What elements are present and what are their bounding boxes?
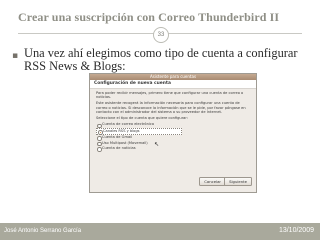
cancel-button[interactable]: Cancelar: [199, 177, 226, 186]
radio-icon[interactable]: [97, 147, 102, 152]
option-news-account[interactable]: Cuenta de noticias: [96, 146, 252, 152]
bullet-icon: ▪: [12, 51, 19, 61]
dialog-body: Para poder recibir mensajes, primero tie…: [90, 89, 256, 152]
mouse-pointer-icon: ↖: [154, 141, 160, 148]
option-rss-blogs[interactable]: Canales RSS y blogs: [96, 127, 182, 136]
dialog-header: Configuración de nueva cuenta: [90, 80, 256, 89]
radio-icon[interactable]: [98, 130, 103, 135]
slide-title: Crear una suscripción con Correo Thunder…: [18, 10, 280, 24]
dialog-paragraph: Este asistente recogerá la información n…: [96, 101, 246, 115]
account-type-options: Cuenta de correo electrónico Canales RSS…: [96, 122, 252, 152]
dialog-paragraph: Para poder recibir mensajes, primero tie…: [96, 91, 244, 100]
dialog-paragraph: Seleccione el tipo de cuenta que quiere …: [96, 116, 189, 121]
option-label: Canales RSS y blogs: [103, 128, 140, 133]
footer-author: José Antonio Serrano García: [4, 228, 82, 234]
option-label: Cuenta de noticias: [102, 146, 136, 150]
option-label: Cuenta de Gmail: [102, 135, 133, 140]
option-label: Cuenta de correo electrónico: [102, 122, 155, 127]
next-button[interactable]: Siguiente: [224, 177, 252, 186]
option-label: Uso Multipost (Movemail): [102, 140, 148, 145]
page-number-badge: 33: [153, 27, 169, 43]
footer-date: 13/10/2009: [278, 227, 314, 234]
bullet-text: Una vez ahí elegimos como tipo de cuenta…: [24, 46, 298, 73]
account-wizard-dialog: Asistente para cuentas Configuración de …: [89, 73, 257, 193]
